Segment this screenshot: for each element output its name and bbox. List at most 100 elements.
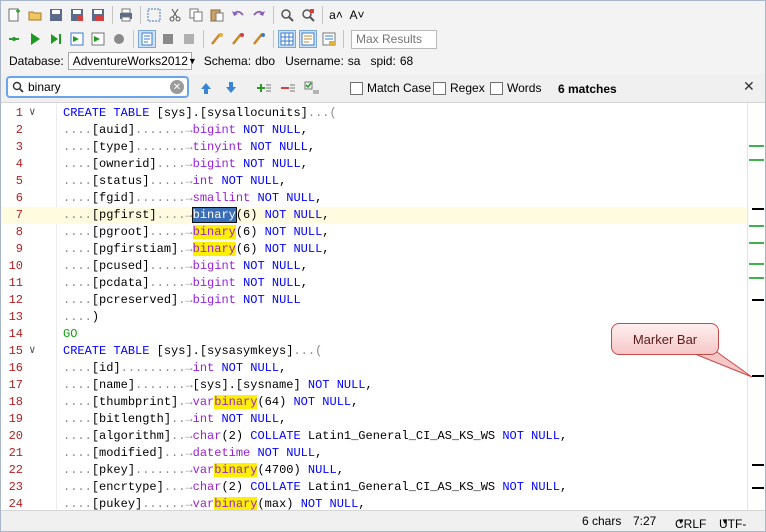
code-text: ....[pukey]......→varbinary(max) NOT NUL… [63, 497, 366, 511]
find-previous-button[interactable] [197, 79, 215, 97]
stop-square-icon[interactable] [159, 30, 177, 48]
execute-to-grid-icon[interactable] [68, 30, 86, 48]
words-checkbox[interactable]: Words [490, 81, 541, 95]
line-number: 15 [8, 344, 23, 358]
code-text: GO [63, 327, 78, 341]
open-folder-icon[interactable] [26, 6, 44, 24]
paste-icon[interactable] [208, 6, 226, 24]
line-number: 22 [8, 463, 23, 477]
copy-icon[interactable] [187, 6, 205, 24]
code-line[interactable]: 24 ....[pukey]......→varbinary(max) NOT N… [1, 496, 747, 511]
code-line[interactable]: 10 ....[pcused].....→bigint NOT NULL, [1, 258, 747, 275]
connect-icon[interactable] [5, 30, 23, 48]
fold-toggle-icon[interactable]: ∨ [29, 343, 41, 360]
code-line[interactable]: 5 ....[status].....→int NOT NULL, [1, 173, 747, 190]
code-text: CREATE TABLE [sys].[sysallocunits]...( [63, 106, 337, 120]
code-line[interactable]: 3 ....[type].......→tinyint NOT NULL, [1, 139, 747, 156]
code-line[interactable]: 22 ....[pkey].......→varbinary(4700) NULL… [1, 462, 747, 479]
remove-selection-button[interactable] [279, 79, 297, 97]
change-marker [749, 277, 764, 279]
code-line[interactable]: 7 ....[pgfirst]....→binary(6) NOT NULL, [1, 207, 747, 224]
match-marker[interactable] [752, 299, 764, 301]
line-number: 21 [8, 446, 23, 460]
save-as-icon[interactable] [68, 6, 86, 24]
code-line[interactable]: 6 ....[fgid].......→smallint NOT NULL, [1, 190, 747, 207]
match-case-label: Match Case [367, 81, 432, 95]
clear-search-icon[interactable]: ✕ [170, 80, 184, 94]
decrease-font-icon[interactable]: A˅ [348, 6, 366, 24]
match-marker[interactable] [752, 375, 764, 377]
code-text: ....[pkey].......→varbinary(4700) NULL, [63, 463, 344, 477]
match-case-checkbox[interactable]: Match Case [350, 81, 431, 95]
code-line[interactable]: 20 ....[algorithm]..→char(2) COLLATE Lati… [1, 428, 747, 445]
code-line[interactable]: 23 ....[encrtype]...→char(2) COLLATE Lati… [1, 479, 747, 496]
code-line[interactable]: 4 ....[ownerid]....→bigint NOT NULL, [1, 156, 747, 173]
line-number: 11 [8, 276, 23, 290]
execute-current-icon[interactable] [47, 30, 65, 48]
code-line[interactable]: 2 ....[auid].......→bigint NOT NULL, [1, 122, 747, 139]
results-text-icon[interactable] [299, 30, 317, 48]
code-line[interactable]: 12 ....[pcreserved].→bigint NOT NULL [1, 292, 747, 309]
toolbar-separator [273, 6, 274, 24]
comment-toggle-icon[interactable] [138, 30, 156, 48]
marker-bar-callout: Marker Bar [611, 323, 719, 355]
execute-to-text-icon[interactable] [89, 30, 107, 48]
select-all-icon[interactable] [145, 6, 163, 24]
code-line[interactable]: 1 ∨ CREATE TABLE [sys].[sysallocunits]...( [1, 105, 747, 122]
find-icon[interactable] [278, 6, 296, 24]
callout-label: Marker Bar [632, 331, 698, 347]
stop-icon[interactable] [110, 30, 128, 48]
code-text: ....[type].......→tinyint NOT NULL, [63, 140, 316, 154]
line-number: 2 [15, 123, 23, 137]
cut-icon[interactable] [166, 6, 184, 24]
close-icon[interactable]: ✕ [743, 78, 755, 95]
code-text: ....[fgid].......→smallint NOT NULL, [63, 191, 323, 205]
code-line[interactable]: 16 ....[id].........→int NOT NULL, [1, 360, 747, 377]
block-icon[interactable] [180, 30, 198, 48]
code-line[interactable]: 9 ....[pgfirstiam].→binary(6) NOT NULL, [1, 241, 747, 258]
redo-icon[interactable] [250, 6, 268, 24]
code-line[interactable]: 8 ....[pgroot].....→binary(6) NOT NULL, [1, 224, 747, 241]
line-number: 23 [8, 480, 23, 494]
code-editor[interactable]: 1 ∨ CREATE TABLE [sys].[sysallocunits]...(… [1, 102, 765, 511]
find-next-button[interactable] [222, 79, 240, 97]
outline-icon[interactable] [250, 30, 268, 48]
find-replace-icon[interactable] [299, 6, 317, 24]
save-all-icon[interactable] [89, 6, 107, 24]
code-line[interactable]: 17 ....[name].......→[sys].[sysname] NOT … [1, 377, 747, 394]
save-icon[interactable] [47, 6, 65, 24]
line-number: 10 [8, 259, 23, 273]
regex-checkbox[interactable]: Regex [433, 81, 485, 95]
match-marker[interactable] [752, 487, 764, 489]
format-selection-icon[interactable] [229, 30, 247, 48]
format-sql-icon[interactable] [208, 30, 226, 48]
code-line[interactable]: 19 ....[bitlength]..→int NOT NULL, [1, 411, 747, 428]
add-selection-button[interactable] [255, 79, 273, 97]
select-all-matches-button[interactable] [303, 79, 321, 97]
code-line[interactable]: 21 ....[modified]...→datetime NOT NULL, [1, 445, 747, 462]
marker-bar[interactable] [747, 103, 765, 511]
code-area[interactable]: 1 ∨ CREATE TABLE [sys].[sysallocunits]...(… [1, 103, 747, 511]
execute-icon[interactable] [26, 30, 44, 48]
line-number: 16 [8, 361, 23, 375]
fold-toggle-icon[interactable]: ∨ [29, 105, 41, 122]
new-file-icon[interactable] [5, 6, 23, 24]
max-results-input[interactable] [351, 29, 437, 49]
match-marker[interactable] [752, 208, 764, 210]
spid-value: 68 [399, 54, 414, 68]
main-toolbar: a˄ A˅ [1, 3, 765, 27]
match-marker[interactable] [752, 464, 764, 466]
search-input[interactable] [24, 80, 166, 94]
increase-font-icon[interactable]: a˄ [327, 6, 345, 24]
code-line[interactable]: 18 ....[thumbprint].→varbinary(64) NOT NU… [1, 394, 747, 411]
code-line[interactable]: 11 ....[pcdata].....→bigint NOT NULL, [1, 275, 747, 292]
undo-icon[interactable] [229, 6, 247, 24]
match-count: 6 matches [558, 82, 617, 96]
username-label: Username: [285, 54, 344, 68]
print-icon[interactable] [117, 6, 135, 24]
results-grid-icon[interactable] [278, 30, 296, 48]
results-file-icon[interactable] [320, 30, 338, 48]
database-select[interactable]: AdventureWorks2012 ▼ [67, 52, 197, 70]
code-text: CREATE TABLE [sys].[sysasymkeys]...( [63, 344, 323, 358]
code-text: ....) [63, 310, 100, 324]
